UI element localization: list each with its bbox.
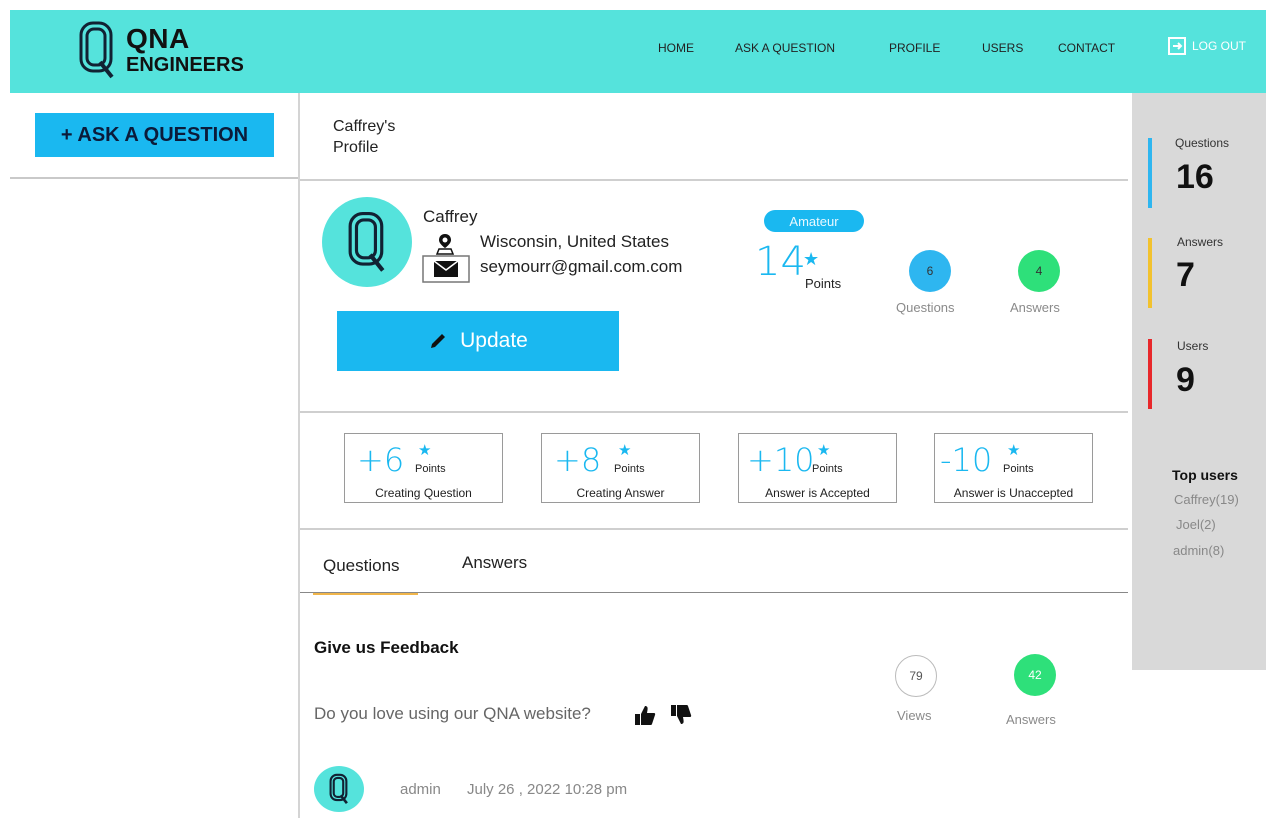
point-rule-box: -10 ★ Points Answer is Unaccepted [934,433,1093,503]
point-rule-value: +8 [554,441,602,479]
users-stat-bar [1148,339,1152,409]
point-rule-value: -10 [940,441,993,479]
q-avatar-icon [348,212,385,272]
location-icon [435,234,455,255]
nav-profile[interactable]: PROFILE [889,41,940,55]
profile-email: seymourr@gmail.com.com [480,257,683,276]
star-icon: ★ [817,442,831,459]
sidebar-divider [10,177,299,179]
nav-users[interactable]: USERS [982,41,1023,55]
rules-divider [300,528,1128,530]
site-logo[interactable]: QNA ENGINEERS [78,20,244,80]
questions-stat-bar [1148,138,1152,208]
point-rule-unit: Points [1003,463,1034,475]
answers-stat-bar [1148,238,1152,308]
logo-line-1: QNA [126,23,190,54]
point-rule-caption: Answer is Accepted [765,486,870,500]
thumbs-down-icon[interactable] [670,704,692,726]
profile-location: Wisconsin, United States [480,232,669,251]
pencil-icon [431,334,446,348]
page-title-line-1: Caffrey's [333,118,396,135]
logout-button[interactable]: LOG OUT [1168,37,1246,55]
nav-contact[interactable]: CONTACT [1058,41,1115,55]
tab-questions[interactable]: Questions [323,556,400,576]
profile-name: Caffrey [423,207,478,226]
question-date: July 26 , 2022 10:28 pm [467,781,628,798]
profile-divider [300,411,1128,413]
email-icon [422,255,470,283]
views-label: Views [897,708,932,723]
top-header: QNA ENGINEERS HOME ASK A QUESTION PROFIL… [10,10,1266,93]
point-rule-caption: Creating Question [375,486,472,500]
logo-text: QNA ENGINEERS [126,23,244,76]
answers-count-badge: 42 [1014,654,1056,696]
point-rule-value: +10 [747,441,815,479]
questions-stat-value: 16 [1176,158,1214,196]
top-user-item[interactable]: Caffrey(19) [1174,492,1239,507]
point-rule-box: +10 ★ Points Answer is Accepted [738,433,897,503]
top-user-item[interactable]: Joel(2) [1176,517,1216,532]
point-rule-unit: Points [614,463,645,475]
point-rule-unit: Points [415,463,446,475]
point-rule-caption: Creating Answer [576,486,665,500]
users-stat-value: 9 [1176,361,1195,399]
views-count-badge: 79 [895,655,937,697]
questions-count-label: Questions [896,300,955,315]
update-label: Update [460,329,528,352]
column-divider [298,93,300,818]
tabs-divider [300,592,1128,593]
points-label: Points [805,276,842,291]
point-rule-box: +6 ★ Points Creating Question [344,433,503,503]
update-profile-button[interactable]: Update [337,311,619,371]
question-author[interactable]: admin [400,781,441,798]
points-value: 14 [755,239,806,285]
star-icon: ★ [418,442,432,459]
answers-stat-label: Answers [1177,235,1224,249]
star-icon: ★ [618,442,632,459]
q-logo-icon [79,21,114,79]
answers-count-label: Answers [1010,300,1060,315]
rank-badge: Amateur [764,210,864,232]
tab-answers[interactable]: Answers [462,553,527,573]
star-icon: ★ [803,249,820,269]
top-users-title: Top users [1172,467,1238,483]
question-title[interactable]: Give us Feedback [314,638,459,658]
point-rule-caption: Answer is Unaccepted [953,486,1074,500]
nav-ask-a-question[interactable]: ASK A QUESTION [735,41,835,55]
title-divider [300,179,1128,181]
star-icon: ★ [1007,442,1021,459]
answers-count-badge: 4 [1018,250,1060,292]
nav-home[interactable]: HOME [658,41,694,55]
page-title: Caffrey's Profile [333,116,395,158]
thumbs-up-icon[interactable] [634,704,656,726]
questions-stat-label: Questions [1175,136,1230,150]
ask-question-button[interactable]: + ASK A QUESTION [35,113,274,157]
point-rule-value: +6 [357,441,405,479]
logout-icon [1168,37,1186,55]
question-body: Do you love using our QNA website? [314,704,591,723]
answers-stat-value: 7 [1176,256,1195,294]
answers-label: Answers [1006,712,1056,727]
stats-panel: Questions 16 Answers 7 Users 9 [1132,93,1266,670]
page-title-line-2: Profile [333,139,379,156]
q-avatar-icon [329,773,348,805]
logout-label: LOG OUT [1192,39,1247,53]
point-rule-box: +8 ★ Points Creating Answer [541,433,700,503]
author-avatar [314,766,364,812]
logo-line-2: ENGINEERS [126,54,244,76]
top-user-item[interactable]: admin(8) [1173,543,1224,558]
point-rule-unit: Points [812,463,843,475]
users-stat-label: Users [1177,339,1209,353]
questions-count-badge: 6 [909,250,951,292]
profile-avatar [322,197,412,287]
